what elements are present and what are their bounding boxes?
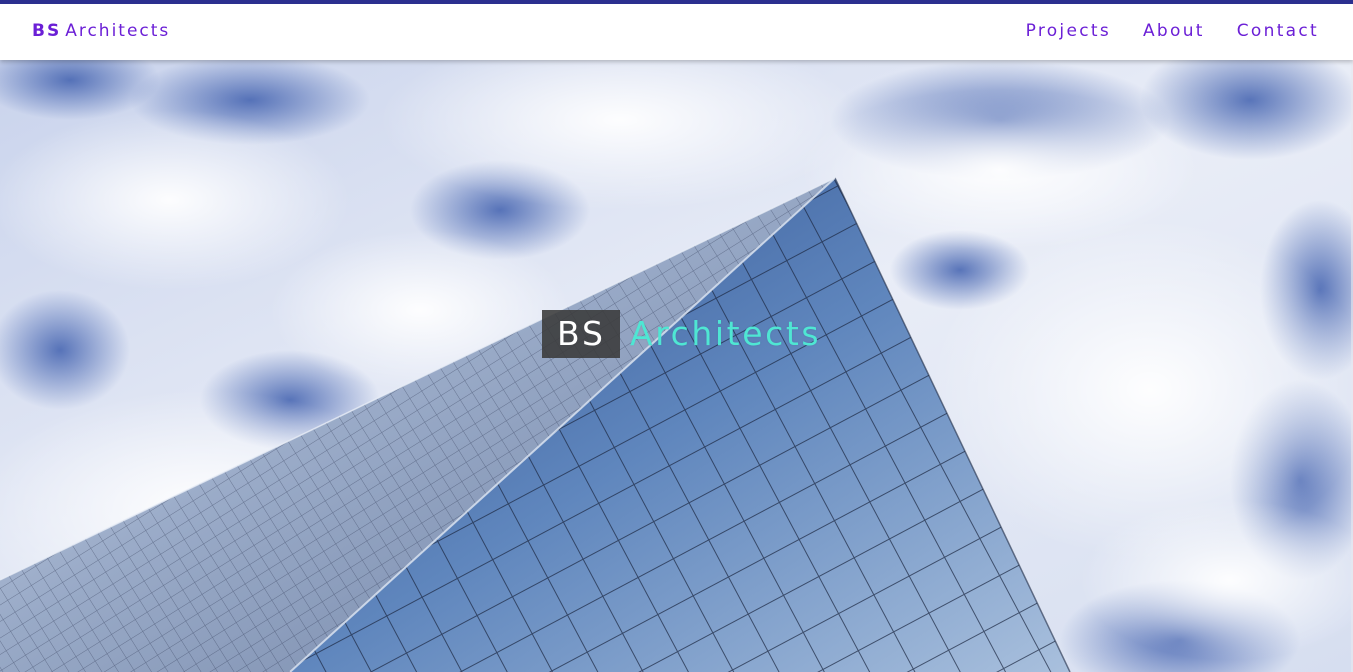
hero-title-box: BS xyxy=(542,310,621,358)
brand-strong-text: BS xyxy=(32,21,62,41)
hero-title-rest: Architects xyxy=(630,314,822,353)
nav-links: Projects About Contact xyxy=(1026,21,1319,41)
nav-link-projects[interactable]: Projects xyxy=(1026,21,1111,41)
brand-rest-text: Architects xyxy=(65,21,171,41)
brand-logo-link[interactable]: BS Architects xyxy=(32,21,170,41)
hero-section: BS Architects xyxy=(0,60,1353,672)
hero-title: BS Architects xyxy=(542,310,821,358)
nav-link-about[interactable]: About xyxy=(1143,21,1205,41)
top-accent-strip xyxy=(0,0,1353,4)
navbar: BS Architects Projects About Contact xyxy=(0,4,1353,60)
nav-link-contact[interactable]: Contact xyxy=(1237,21,1319,41)
page: BS Architects Projects About Contact BS … xyxy=(0,0,1353,672)
hero-background-image xyxy=(0,60,1353,672)
